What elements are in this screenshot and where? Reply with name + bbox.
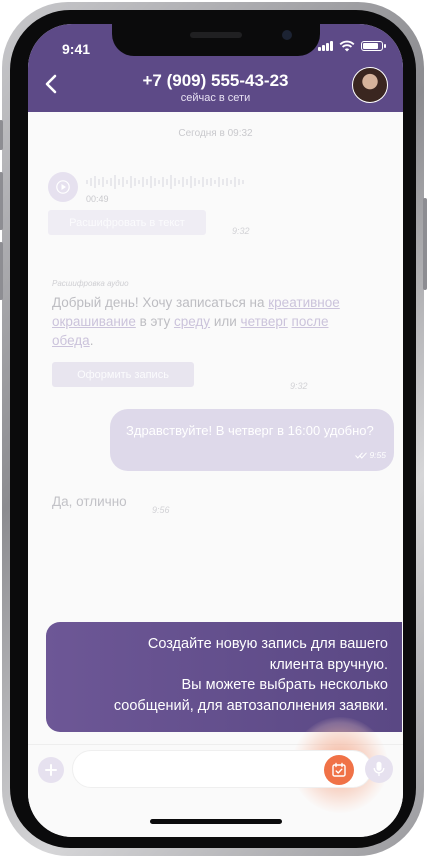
contact-avatar[interactable] bbox=[352, 67, 388, 103]
tooltip-line-4: сообщений, для автозаполнения заявки. bbox=[113, 697, 388, 714]
onboarding-tooltip: Создайте новую запись для вашего клиента… bbox=[46, 622, 402, 732]
incoming-message-time: 9:56 bbox=[152, 505, 170, 515]
outgoing-message[interactable]: Здравствуйте! В четверг в 16:00 удобно? … bbox=[110, 409, 394, 471]
status-icons bbox=[318, 40, 386, 52]
tooltip-line-2: клиента вручную. bbox=[269, 656, 388, 673]
chat-header: 9:41 +7 (909) 555-43-23 сейчас в сети bbox=[28, 24, 403, 112]
transcribe-button[interactable]: Расшифровать в текст bbox=[48, 210, 206, 235]
calendar-check-icon bbox=[332, 762, 346, 777]
book-appointment-button[interactable]: Оформить запись bbox=[52, 362, 194, 387]
app-screen: 9:41 +7 (909) 555-43-23 сейчас в сети Се… bbox=[28, 24, 403, 837]
status-time: 9:41 bbox=[62, 41, 91, 57]
add-attachment-button[interactable] bbox=[38, 757, 64, 783]
date-separator: Сегодня в 09:32 bbox=[178, 128, 253, 139]
voice-record-button[interactable] bbox=[365, 755, 393, 783]
transcript-text: Добрый день! Хочу записаться на креативн… bbox=[52, 295, 340, 348]
volume-up-button bbox=[0, 172, 3, 230]
outgoing-message-text: Здравствуйте! В четверг в 16:00 удобно? bbox=[126, 423, 374, 438]
audio-time: 9:32 bbox=[232, 226, 250, 236]
microphone-icon bbox=[373, 761, 385, 776]
contact-status: сейчас в сети bbox=[180, 92, 251, 104]
chat-area[interactable]: Сегодня в 09:32 00:49 Расшифровать в тек… bbox=[28, 112, 403, 746]
day-link-thursday[interactable]: четверг bbox=[241, 314, 288, 329]
audio-waveform bbox=[86, 175, 244, 189]
wifi-icon bbox=[339, 40, 355, 52]
play-icon bbox=[56, 180, 70, 194]
tooltip-line-3: Вы можете выбрать несколько bbox=[181, 677, 388, 693]
play-button[interactable] bbox=[48, 172, 78, 202]
transcript-label: Расшифровка аудио bbox=[52, 279, 129, 288]
double-check-icon bbox=[355, 452, 367, 459]
volume-down-button bbox=[0, 242, 3, 300]
create-appointment-button[interactable] bbox=[324, 755, 354, 785]
day-link-wednesday[interactable]: среду bbox=[174, 314, 210, 329]
home-indicator bbox=[150, 819, 282, 824]
audio-duration: 00:49 bbox=[86, 194, 109, 204]
signal-icon bbox=[318, 41, 333, 51]
speaker-grille bbox=[190, 32, 242, 38]
mute-switch bbox=[0, 120, 3, 150]
outgoing-message-time: 9:55 bbox=[355, 446, 386, 465]
incoming-message[interactable]: Да, отлично bbox=[52, 494, 127, 509]
power-button bbox=[423, 198, 427, 290]
battery-icon bbox=[361, 41, 386, 51]
front-camera bbox=[282, 30, 292, 40]
tooltip-line-1: Создайте новую запись для вашего bbox=[147, 636, 388, 652]
notch bbox=[112, 24, 320, 56]
contact-phone: +7 (909) 555-43-23 bbox=[142, 71, 289, 90]
transcript-time: 9:32 bbox=[290, 381, 308, 391]
message-composer bbox=[28, 717, 403, 837]
plus-icon bbox=[45, 764, 57, 776]
